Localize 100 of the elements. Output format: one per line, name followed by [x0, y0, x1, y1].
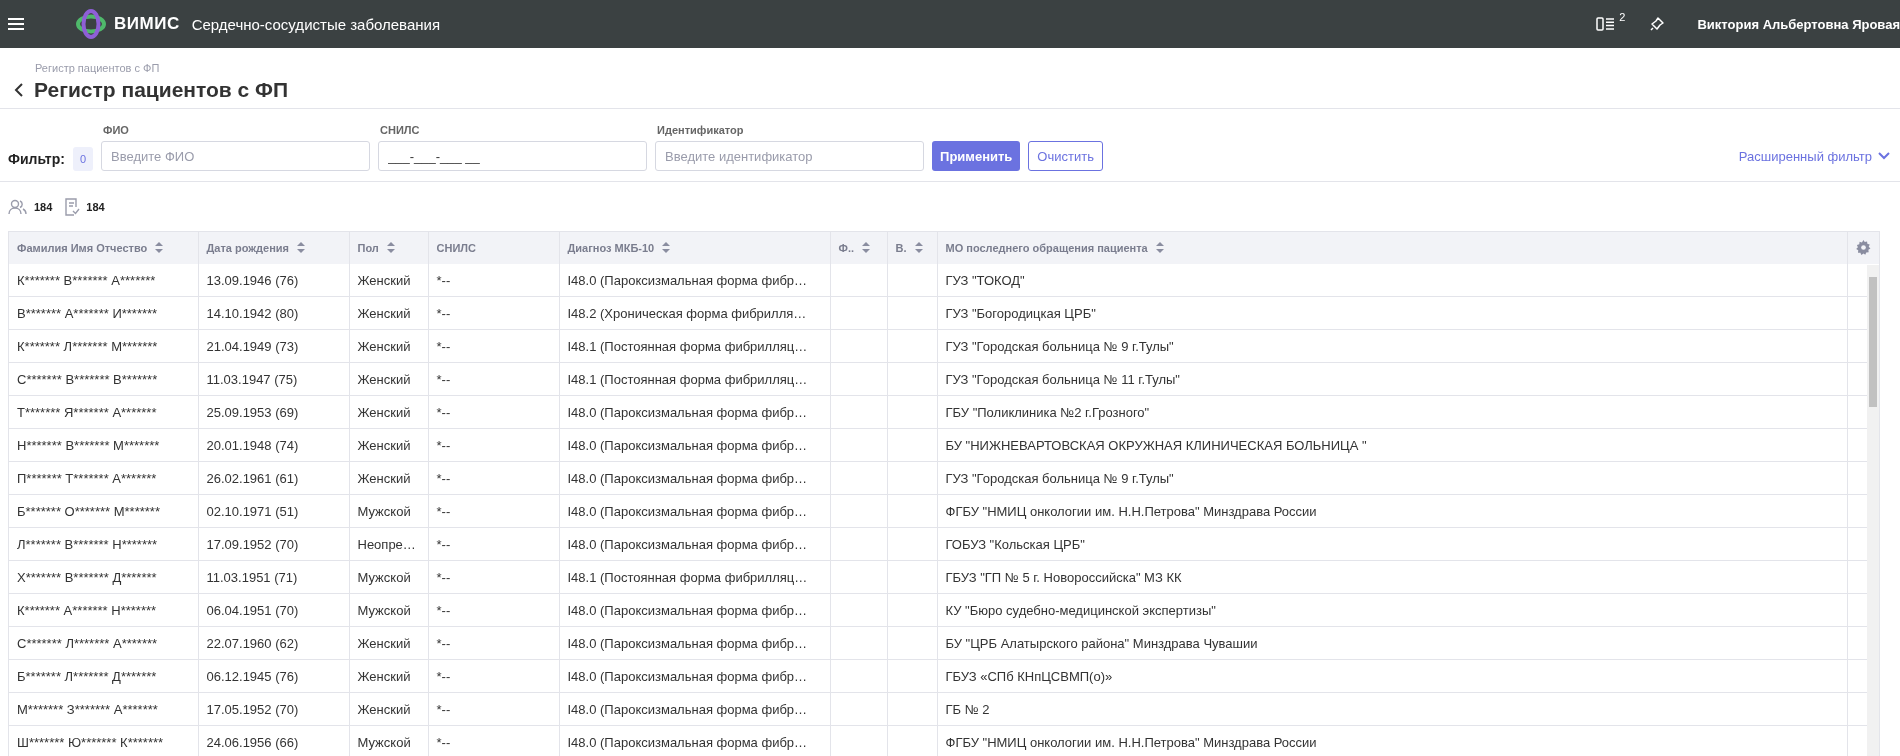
input-field[interactable]: Введите ФИО — [101, 141, 371, 171]
table-cell: 25.09.1953 (69) — [198, 395, 349, 429]
table-cell: Мужской — [349, 560, 428, 594]
table-cell: Женский — [349, 626, 428, 660]
table-cell: *-- — [428, 362, 559, 396]
table-cell: Женский — [349, 659, 428, 693]
table-cell: 11.03.1951 (71) — [198, 560, 349, 594]
table-cell: I48.0 (Пароксизмальная форма фибр… — [559, 264, 830, 297]
column-header[interactable]: Фамилия Имя Отчество — [9, 232, 198, 264]
sort-icon — [662, 242, 671, 253]
table-cell: *-- — [428, 296, 559, 330]
table-cell: *-- — [428, 725, 559, 756]
column-header[interactable]: СНИЛС — [428, 232, 559, 264]
table-cell — [830, 329, 887, 363]
table-cell: ФГБУ "НМИЦ онкологии им. Н.Н.Петрова" Минздрава России — [937, 494, 1847, 528]
settings-icon[interactable] — [1855, 239, 1871, 255]
table-cell: *-- — [428, 626, 559, 660]
filter-label: Фильтр: — [8, 151, 65, 167]
logo-icon — [76, 9, 106, 39]
table-cell — [887, 264, 937, 297]
table-cell: С******* Л******* А******* — [9, 626, 198, 660]
table-cell: Женский — [349, 264, 428, 297]
table-cell: I48.1 (Постоянная форма фибрилляц… — [559, 329, 830, 363]
table-cell: Женский — [349, 296, 428, 330]
logo-text: ВИМИС — [114, 14, 180, 34]
patients-count: 184 — [34, 201, 53, 213]
table-cell: I48.1 (Постоянная форма фибрилляц… — [559, 362, 830, 396]
apply-button[interactable]: Применить — [932, 141, 1021, 171]
column-header[interactable]: Диагноз МКБ-10 — [559, 232, 830, 264]
chevron-down-icon — [1878, 152, 1890, 160]
table-cell: *-- — [428, 461, 559, 495]
column-header[interactable]: Пол — [349, 232, 428, 264]
table-cell: ГБУ "Поликлиника №2 г.Грозного" — [937, 395, 1847, 429]
column-header[interactable]: МО последнего обращения пациента — [937, 232, 1847, 264]
table-cell: 22.07.1960 (62) — [198, 626, 349, 660]
table-cell: Ш******* Ю******* К******* — [9, 725, 198, 756]
table-cell: Женский — [349, 692, 428, 726]
field-label: СНИЛС — [380, 124, 421, 136]
table-cell — [887, 461, 937, 495]
sort-icon — [155, 242, 164, 253]
column-header[interactable]: В. — [887, 232, 937, 264]
table-cell — [887, 395, 937, 429]
user-name[interactable]: Виктория Альбертовна Яровая — [1697, 16, 1900, 32]
menu-icon — [8, 18, 24, 30]
table-cell: I48.0 (Пароксизмальная форма фибр… — [559, 692, 830, 726]
input-field[interactable]: Введите идентификатор — [655, 141, 925, 171]
table-cell: Мужской — [349, 494, 428, 528]
table-cell — [887, 362, 937, 396]
table-cell: I48.0 (Пароксизмальная форма фибр… — [559, 395, 830, 429]
table-cell: 13.09.1946 (76) — [198, 264, 349, 297]
table-cell: К******* Л******* М******* — [9, 329, 198, 363]
table-cell: *-- — [428, 560, 559, 594]
scrollbar[interactable] — [1867, 265, 1879, 756]
table-cell: ГОБУЗ "Кольская ЦРБ" — [937, 527, 1847, 561]
snils-field[interactable]: ___-___-___ __ — [378, 141, 648, 171]
table-cell: 17.05.1952 (70) — [198, 692, 349, 726]
app-title: Сердечно-сосудистые заболевания — [191, 15, 440, 33]
table-cell: *-- — [428, 527, 559, 561]
table-cell: С******* В******* В******* — [9, 362, 198, 396]
table-cell: Мужской — [349, 725, 428, 756]
table-cell: 17.09.1952 (70) — [198, 527, 349, 561]
table-cell: I48.0 (Пароксизмальная форма фибр… — [559, 494, 830, 528]
table-cell — [830, 428, 887, 462]
sort-icon — [386, 242, 395, 253]
column-header[interactable]: Ф.. — [830, 232, 887, 264]
table-cell: *-- — [428, 264, 559, 297]
table-cell: К******* А******* Н******* — [9, 593, 198, 627]
table-cell: ГБ № 2 — [937, 692, 1847, 726]
table-cell: 06.12.1945 (76) — [198, 659, 349, 693]
table-cell: I48.0 (Пароксизмальная форма фибр… — [559, 428, 830, 462]
table-cell: ФГБУ "НМИЦ онкологии им. Н.Н.Петрова" Минздрава России — [937, 725, 1847, 756]
table-cell — [830, 692, 887, 726]
table-cell — [887, 560, 937, 594]
table-cell — [830, 659, 887, 693]
table-cell: Неопре… — [349, 527, 428, 561]
table-cell: ГУЗ "Городская больница № 9 г.Тулы" — [937, 461, 1847, 495]
table-cell: I48.0 (Пароксизмальная форма фибр… — [559, 593, 830, 627]
table-cell: Женский — [349, 461, 428, 495]
table-cell: Б******* Л******* Д******* — [9, 659, 198, 693]
back-button[interactable] — [14, 83, 24, 97]
sort-icon — [862, 242, 870, 253]
breadcrumb[interactable]: Регистр пациентов с ФП — [35, 62, 160, 74]
table-cell — [830, 494, 887, 528]
table-cell: Женский — [349, 362, 428, 396]
table-cell — [887, 329, 937, 363]
table-cell: 26.02.1961 (61) — [198, 461, 349, 495]
table-cell: ГУЗ "ТОКОД" — [937, 264, 1847, 297]
page-title: Регистр пациентов с ФП — [34, 78, 289, 102]
table-cell: П******* Т******* А******* — [9, 461, 198, 495]
column-header[interactable]: Дата рождения — [198, 232, 349, 264]
table-cell: Мужской — [349, 593, 428, 627]
clear-button[interactable]: Очистить — [1028, 141, 1103, 171]
table-cell: Т******* Я******* А******* — [9, 395, 198, 429]
table-cell: *-- — [428, 494, 559, 528]
table-cell: ГБУЗ «СПб КНпЦСВМП(о)» — [937, 659, 1847, 693]
advanced-filter-link[interactable]: Расширенный фильтр — [1736, 141, 1892, 171]
table-cell: Женский — [349, 428, 428, 462]
table-cell — [887, 428, 937, 462]
table-cell: 20.01.1948 (74) — [198, 428, 349, 462]
table-cell: 14.10.1942 (80) — [198, 296, 349, 330]
